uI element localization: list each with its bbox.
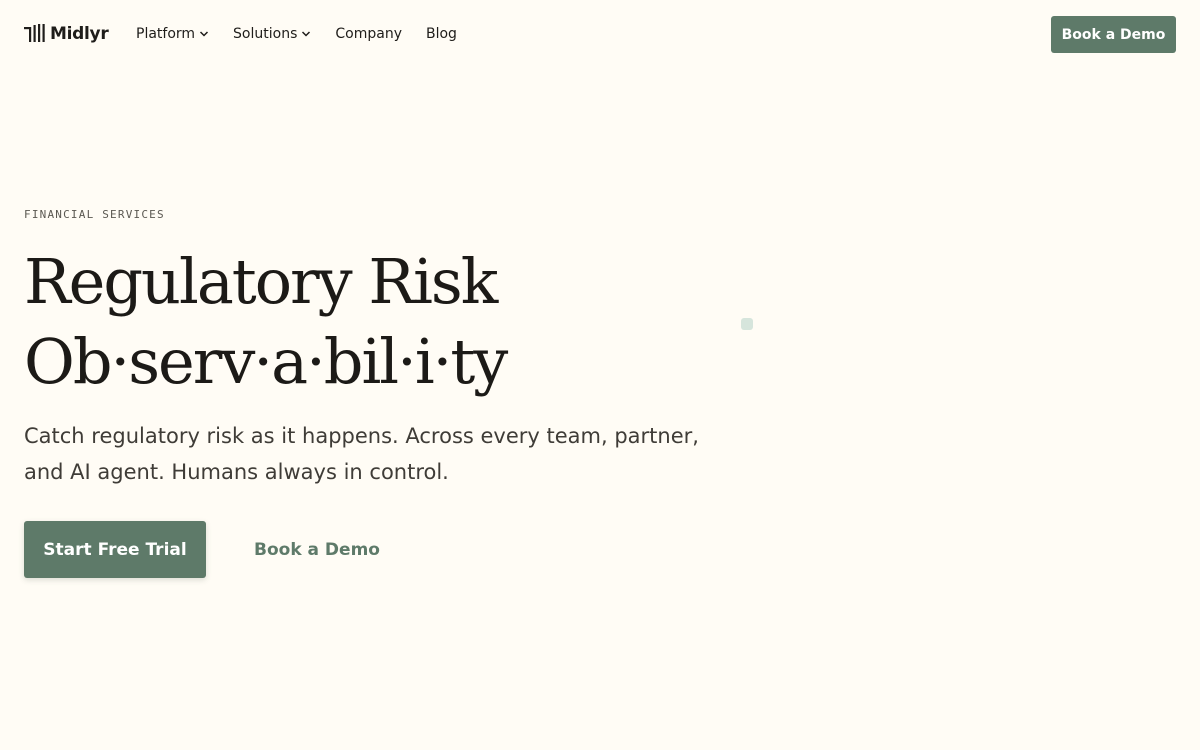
decorative-dot — [741, 318, 753, 330]
nav-item-label: Blog — [425, 26, 457, 42]
headline-line-1: Regulatory Risk — [24, 245, 498, 318]
chevron-down-icon — [200, 31, 209, 37]
hero-subtext: Catch regulatory risk as it happens. Acr… — [24, 424, 699, 484]
hero-headline: Regulatory Risk Ob·serv·a·bil·i·ty — [24, 242, 724, 402]
headline-line-2: Ob·serv·a·bil·i·ty — [24, 325, 508, 398]
nav-item-platform[interactable]: Platform — [136, 24, 209, 44]
brand-name: Midlyr — [50, 24, 109, 44]
nav-item-label: Company — [335, 26, 402, 42]
nav-item-blog[interactable]: Blog — [426, 24, 457, 44]
nav-item-label: Platform — [136, 26, 196, 42]
logo-link[interactable]: Midlyr — [24, 22, 109, 46]
landing-page: Midlyr Platform Solutions Company Blog B… — [0, 0, 1200, 750]
start-free-trial-button[interactable]: Start Free Trial — [24, 521, 206, 578]
header-book-demo-button[interactable]: Book a Demo — [1051, 16, 1176, 53]
main-nav: Platform Solutions Company Blog — [136, 24, 481, 44]
chevron-down-icon — [302, 31, 311, 37]
hero-eyebrow: FINANCIAL SERVICES — [24, 208, 165, 221]
nav-item-solutions[interactable]: Solutions — [233, 24, 311, 44]
nav-item-company[interactable]: Company — [335, 24, 402, 44]
site-header: Midlyr Platform Solutions Company Blog B… — [0, 0, 1200, 68]
nav-item-label: Solutions — [233, 26, 298, 42]
midlyr-logo-mark-icon — [24, 24, 45, 42]
hero-book-demo-link[interactable]: Book a Demo — [254, 521, 380, 578]
